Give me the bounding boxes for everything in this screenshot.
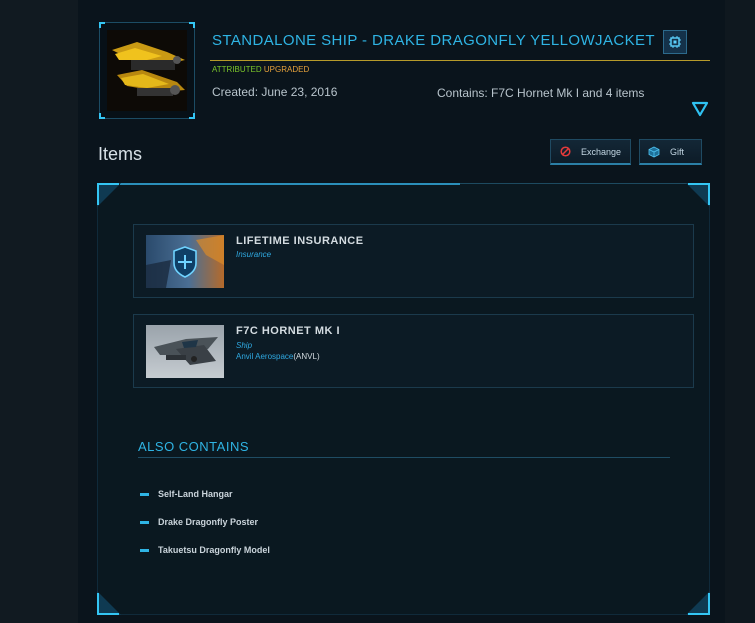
frame-top-glow xyxy=(120,183,460,185)
item-name: LIFETIME INSURANCE xyxy=(236,235,364,247)
bullet-icon xyxy=(140,548,149,552)
triangle-down-icon[interactable] xyxy=(691,101,709,117)
list-item: Self-Land Hangar xyxy=(140,480,270,508)
list-item-label: Drake Dragonfly Poster xyxy=(158,517,259,527)
manufacturer-code: (ANVL) xyxy=(293,352,320,361)
item-type: Insurance xyxy=(236,250,272,259)
item-type: Ship xyxy=(236,341,253,350)
chip-button[interactable] xyxy=(663,30,687,54)
title-underline xyxy=(210,60,710,61)
also-contains-list: Self-Land Hangar Drake Dragonfly Poster … xyxy=(140,480,270,564)
exchange-button[interactable]: Exchange xyxy=(550,139,631,165)
frame-corner-top-right xyxy=(686,183,710,207)
exchange-label: Exchange xyxy=(581,146,622,157)
manufacturer-name: Anvil Aerospace xyxy=(236,352,294,361)
gift-cube-icon xyxy=(648,146,660,158)
bullet-icon xyxy=(140,492,149,496)
list-item: Drake Dragonfly Poster xyxy=(140,508,270,536)
chip-icon xyxy=(669,36,681,48)
gift-label: Gift xyxy=(670,146,685,157)
no-entry-icon xyxy=(559,146,571,158)
item-card-hornet[interactable]: F7C HORNET MK I Ship Anvil Aerospace(ANV… xyxy=(133,314,694,388)
hornet-ship-image xyxy=(146,325,224,378)
left-background xyxy=(0,0,78,623)
created-date: Created: June 23, 2016 xyxy=(212,85,338,99)
frame-corner-bottom-right xyxy=(686,591,710,615)
also-contains-divider xyxy=(138,457,670,458)
item-name: F7C HORNET MK I xyxy=(236,325,341,337)
tag-attributed: ATTRIBUTED xyxy=(212,65,262,74)
attribute-tags: ATTRIBUTED UPGRADED xyxy=(212,65,309,74)
item-card-insurance[interactable]: LIFETIME INSURANCE Insurance xyxy=(133,224,694,298)
ship-thumbnail xyxy=(107,30,187,111)
contains-summary: Contains: F7C Hornet Mk I and 4 items xyxy=(437,86,645,100)
ship-thumbnail-frame xyxy=(99,22,195,119)
also-contains-heading: ALSO CONTAINS xyxy=(138,439,250,454)
insurance-shield-icon xyxy=(146,235,224,288)
items-heading: Items xyxy=(98,144,143,164)
item-manufacturer: Anvil Aerospace(ANVL) xyxy=(236,352,320,361)
bullet-icon xyxy=(140,520,149,524)
frame-corner-top-left xyxy=(97,183,121,207)
list-item: Takuetsu Dragonfly Model xyxy=(140,536,270,564)
tag-upgraded: UPGRADED xyxy=(263,65,310,74)
pledge-title: STANDALONE SHIP - DRAKE DRAGONFLY YELLOW… xyxy=(212,32,655,49)
gift-button[interactable]: Gift xyxy=(639,139,702,165)
frame-corner-bottom-left xyxy=(97,591,121,615)
list-item-label: Self-Land Hangar xyxy=(158,489,233,499)
list-item-label: Takuetsu Dragonfly Model xyxy=(158,545,270,555)
